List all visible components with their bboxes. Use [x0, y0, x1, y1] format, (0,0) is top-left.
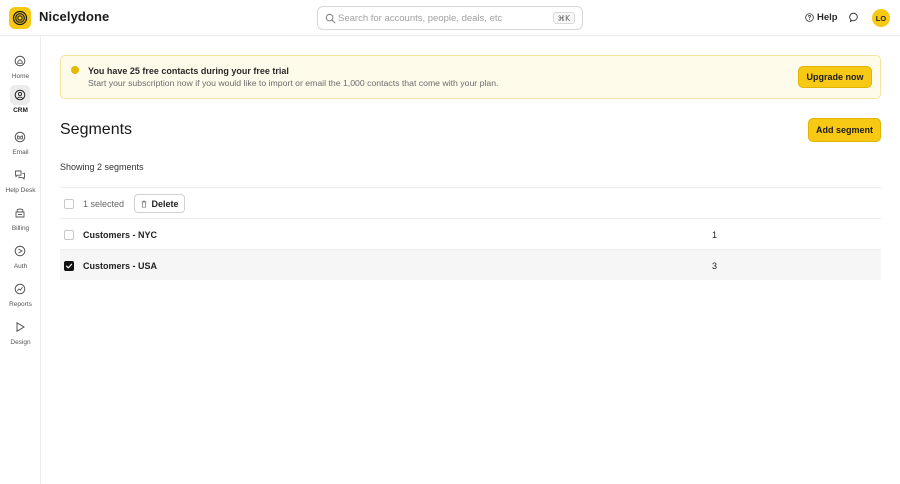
- user-avatar[interactable]: LO: [872, 9, 890, 27]
- sidebar-item-label: Auth: [13, 263, 28, 270]
- search-shortcut-hint: ⌘K: [552, 12, 575, 24]
- segment-contact-count: 1: [712, 230, 718, 240]
- sidebar-item-design[interactable]: Design: [0, 317, 41, 351]
- help-label: Help: [817, 12, 838, 23]
- sidebar-item-label: Billing: [11, 225, 30, 232]
- chat-bubble-icon[interactable]: [849, 12, 860, 23]
- home-icon: [14, 55, 26, 67]
- sidebar-item-reports-icon-wrap: [10, 279, 30, 299]
- segment-count-text: Showing 2 segments: [60, 162, 144, 172]
- app-name: Nicelydone: [39, 9, 110, 24]
- add-segment-button[interactable]: Add segment: [808, 118, 881, 142]
- app-logo[interactable]: [9, 7, 31, 29]
- auth-icon: [14, 245, 26, 257]
- segment-contact-count: 3: [712, 261, 718, 271]
- row-checkbox[interactable]: [64, 230, 74, 240]
- row-checkbox[interactable]: [64, 261, 74, 271]
- sidebar-item-label: Help Desk: [5, 187, 36, 194]
- sidebar-item-auth[interactable]: Auth: [0, 241, 41, 275]
- help-desk-icon: [15, 170, 25, 181]
- sidebar-item-design-icon-wrap: [10, 317, 30, 337]
- selected-count: 1 selected: [83, 199, 125, 209]
- sidebar-item-label: Reports: [9, 301, 32, 308]
- top-bar: Nicelydone ⌘K Help LO: [0, 0, 900, 36]
- sidebar-item-help-desk[interactable]: Help Desk: [0, 165, 41, 199]
- search-input[interactable]: [338, 10, 548, 26]
- sidebar-item-reports[interactable]: Reports: [0, 279, 41, 313]
- sidebar-item-label: Home: [11, 73, 30, 80]
- reports-icon: [14, 283, 26, 295]
- sidebar-item-help-desk-icon-wrap: [10, 165, 30, 185]
- segment-name[interactable]: Customers - NYC: [83, 230, 157, 240]
- email-icon: [14, 131, 26, 143]
- sidebar-item-home[interactable]: Home: [0, 51, 41, 85]
- info-dot-icon: [71, 66, 79, 74]
- design-icon: [16, 321, 25, 333]
- select-all-checkbox[interactable]: [64, 199, 74, 209]
- search-icon: [325, 13, 336, 24]
- delete-button[interactable]: Delete: [134, 194, 185, 213]
- help-circle-icon: [805, 13, 814, 22]
- crm-icon: [14, 89, 26, 101]
- sidebar-nav: Home CRM Email Help Desk Billing Auth Re…: [0, 36, 41, 484]
- segment-name[interactable]: Customers - USA: [83, 261, 157, 271]
- sidebar-item-billing-icon-wrap: [10, 203, 30, 223]
- logo-spiral-icon: [12, 10, 28, 26]
- sidebar-item-label: Email: [12, 149, 29, 156]
- sidebar-item-label: Design: [10, 339, 31, 346]
- sidebar-item-email-icon-wrap: [10, 127, 30, 147]
- checkmark-icon: [66, 263, 73, 269]
- delete-label: Delete: [151, 198, 179, 209]
- sidebar-item-email[interactable]: Email: [0, 127, 41, 161]
- page-title: Segments: [60, 121, 133, 138]
- sidebar-item-auth-icon-wrap: [10, 241, 30, 261]
- trash-icon: [142, 200, 147, 208]
- billing-icon: [15, 208, 25, 218]
- sidebar-item-billing[interactable]: Billing: [0, 203, 41, 237]
- sidebar-item-crm-icon-wrap: [10, 85, 30, 105]
- upgrade-now-button[interactable]: Upgrade now: [798, 66, 872, 88]
- banner-title: You have 25 free contacts during your fr…: [88, 66, 289, 76]
- global-search[interactable]: ⌘K: [317, 6, 583, 30]
- sidebar-item-crm[interactable]: CRM: [0, 85, 41, 119]
- bulk-actions-row: 1 selected Delete: [60, 187, 881, 218]
- sidebar-item-home-icon-wrap: [10, 51, 30, 71]
- table-row[interactable]: Customers - NYC 1: [60, 218, 881, 249]
- sidebar-item-label: CRM: [13, 107, 28, 114]
- trial-banner: You have 25 free contacts during your fr…: [60, 55, 881, 99]
- help-button[interactable]: Help: [805, 12, 838, 23]
- table-row[interactable]: Customers - USA 3: [60, 249, 881, 280]
- banner-text: Start your subscription now if you would…: [88, 78, 499, 88]
